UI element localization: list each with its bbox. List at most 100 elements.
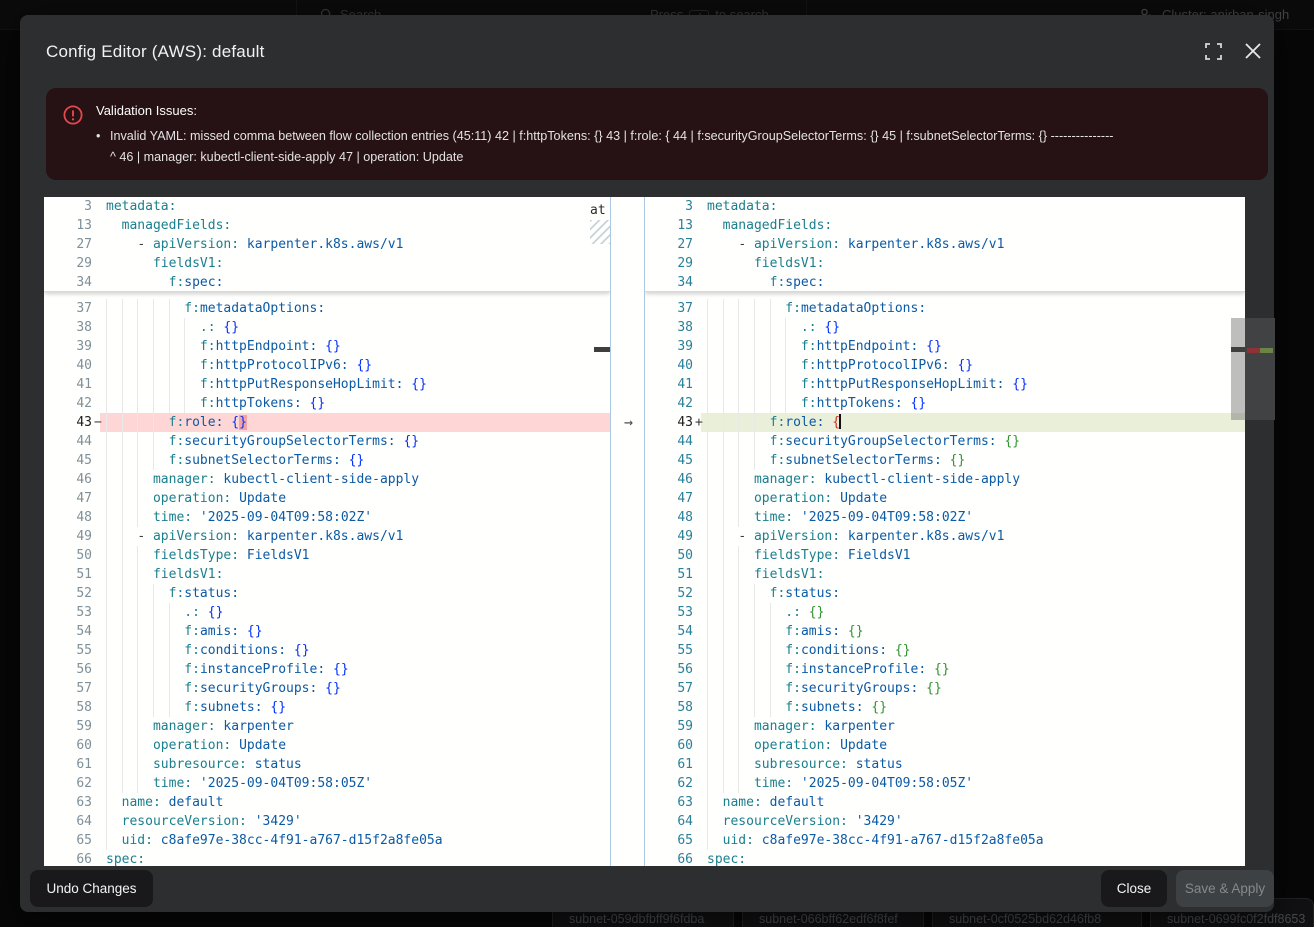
code-line[interactable]: 63 name: default <box>44 793 610 812</box>
config-editor-modal: Config Editor (AWS): default Validation … <box>20 15 1274 912</box>
code-line[interactable]: 55 f:conditions: {} <box>44 641 610 660</box>
code-line[interactable]: 62 time: '2025-09-04T09:58:05Z' <box>645 774 1245 793</box>
code-line[interactable]: 41 f:httpPutResponseHopLimit: {} <box>645 375 1245 394</box>
code-line[interactable]: 55 f:conditions: {} <box>645 641 1245 660</box>
code-line[interactable]: 66spec: <box>44 850 610 866</box>
code-line[interactable]: 43− f:role: {} <box>44 413 610 432</box>
line-number: 46 <box>645 470 693 489</box>
code-line[interactable]: 46 manager: kubectl-client-side-apply <box>645 470 1245 489</box>
code-line[interactable]: 48 time: '2025-09-04T09:58:02Z' <box>645 508 1245 527</box>
close-icon-button[interactable] <box>1244 42 1266 64</box>
code-line[interactable]: 37 f:metadataOptions: <box>645 299 1245 318</box>
code-line[interactable]: 37 f:metadataOptions: <box>44 299 610 318</box>
diff-modified-pane[interactable]: 37 f:metadataOptions:38 .: {}39 f:httpEn… <box>645 197 1245 866</box>
code-line[interactable]: 57 f:securityGroups: {} <box>44 679 610 698</box>
line-number: 60 <box>645 736 693 755</box>
code-line[interactable]: 61 subresource: status <box>44 755 610 774</box>
code-text: managedFields: <box>106 216 231 235</box>
code-text: - apiVersion: karpenter.k8s.aws/v1 <box>106 527 403 546</box>
code-line[interactable]: 45 f:subnetSelectorTerms: {} <box>44 451 610 470</box>
code-line[interactable]: 57 f:securityGroups: {} <box>645 679 1245 698</box>
code-text: name: default <box>707 793 824 812</box>
code-line[interactable]: 54 f:amis: {} <box>645 622 1245 641</box>
undo-changes-button[interactable]: Undo Changes <box>30 870 153 907</box>
code-text: time: '2025-09-04T09:58:02Z' <box>707 508 973 527</box>
code-text: f:securityGroups: {} <box>106 679 341 698</box>
close-button[interactable]: Close <box>1101 870 1167 907</box>
code-line[interactable]: 60 operation: Update <box>645 736 1245 755</box>
diff-overview-ruler[interactable] <box>1245 318 1275 420</box>
line-number: 29 <box>44 254 92 273</box>
code-line[interactable]: 56 f:instanceProfile: {} <box>645 660 1245 679</box>
code-line[interactable]: 47 operation: Update <box>44 489 610 508</box>
line-number: 57 <box>44 679 92 698</box>
code-line[interactable]: 53 .: {} <box>44 603 610 622</box>
code-line[interactable]: 58 f:subnets: {} <box>44 698 610 717</box>
revert-change-arrow[interactable]: → <box>619 413 638 432</box>
code-line[interactable]: 46 manager: kubectl-client-side-apply <box>44 470 610 489</box>
diff-sash[interactable]: → <box>610 197 645 866</box>
code-line[interactable]: 44 f:securityGroupSelectorTerms: {} <box>44 432 610 451</box>
bullet: • <box>96 126 100 147</box>
code-text: f:instanceProfile: {} <box>106 660 349 679</box>
code-text: f:conditions: {} <box>106 641 310 660</box>
line-number: 55 <box>645 641 693 660</box>
code-line[interactable]: 60 operation: Update <box>44 736 610 755</box>
code-line[interactable]: 40 f:httpProtocolIPv6: {} <box>645 356 1245 375</box>
diff-original-pane[interactable]: 37 f:metadataOptions:38 .: {}39 f:httpEn… <box>44 197 610 866</box>
code-line[interactable]: 50 fieldsType: FieldsV1 <box>645 546 1245 565</box>
text-cursor <box>839 414 841 429</box>
code-line[interactable]: 47 operation: Update <box>645 489 1245 508</box>
code-line[interactable]: 65 uid: c8afe97e-38cc-4f91-a767-d15f2a8f… <box>645 831 1245 850</box>
code-text: f:httpPutResponseHopLimit: {} <box>707 375 1028 394</box>
code-line[interactable]: 64 resourceVersion: '3429' <box>645 812 1245 831</box>
code-line[interactable]: 53 .: {} <box>645 603 1245 622</box>
code-line[interactable]: 39 f:httpEndpoint: {} <box>44 337 610 356</box>
code-text: .: {} <box>106 603 223 622</box>
code-line[interactable]: 38 .: {} <box>645 318 1245 337</box>
code-line[interactable]: 51 fieldsV1: <box>645 565 1245 584</box>
code-line[interactable]: 49 - apiVersion: karpenter.k8s.aws/v1 <box>645 527 1245 546</box>
code-line[interactable]: 40 f:httpProtocolIPv6: {} <box>44 356 610 375</box>
line-number: 60 <box>44 736 92 755</box>
code-line[interactable]: 65 uid: c8afe97e-38cc-4f91-a767-d15f2a8f… <box>44 831 610 850</box>
code-line[interactable]: 63 name: default <box>645 793 1245 812</box>
code-text: fieldsV1: <box>707 254 824 273</box>
code-line[interactable]: 61 subresource: status <box>645 755 1245 774</box>
code-line[interactable]: 54 f:amis: {} <box>44 622 610 641</box>
code-line[interactable]: 44 f:securityGroupSelectorTerms: {} <box>645 432 1245 451</box>
fullscreen-button[interactable] <box>1204 42 1226 64</box>
code-line[interactable]: 58 f:subnets: {} <box>645 698 1245 717</box>
validation-banner: Validation Issues: • Invalid YAML: misse… <box>46 88 1268 180</box>
save-apply-button[interactable]: Save & Apply <box>1176 870 1274 907</box>
code-line[interactable]: 38 .: {} <box>44 318 610 337</box>
code-text: fieldsType: FieldsV1 <box>106 546 310 565</box>
code-line[interactable]: 52 f:status: <box>645 584 1245 603</box>
line-number: 53 <box>645 603 693 622</box>
code-text: f:httpProtocolIPv6: {} <box>106 356 372 375</box>
code-line[interactable]: 41 f:httpPutResponseHopLimit: {} <box>44 375 610 394</box>
code-line[interactable]: 48 time: '2025-09-04T09:58:02Z' <box>44 508 610 527</box>
code-line[interactable]: 43+ f:role: { <box>645 413 1245 432</box>
code-line[interactable]: 45 f:subnetSelectorTerms: {} <box>645 451 1245 470</box>
code-line[interactable]: 62 time: '2025-09-04T09:58:05Z' <box>44 774 610 793</box>
line-number: 45 <box>645 451 693 470</box>
original-sticky-scroll: 3metadata:13 managedFields:27 - apiVersi… <box>44 197 610 292</box>
code-line[interactable]: 64 resourceVersion: '3429' <box>44 812 610 831</box>
code-line[interactable]: 56 f:instanceProfile: {} <box>44 660 610 679</box>
code-line[interactable]: 66spec: <box>645 850 1245 866</box>
modified-scrollbar-slider[interactable] <box>1231 318 1245 420</box>
code-line[interactable]: 50 fieldsType: FieldsV1 <box>44 546 610 565</box>
code-line[interactable]: 42 f:httpTokens: {} <box>44 394 610 413</box>
code-line[interactable]: 59 manager: karpenter <box>645 717 1245 736</box>
line-number: 51 <box>44 565 92 584</box>
original-overview-mark <box>594 347 610 352</box>
code-line[interactable]: 59 manager: karpenter <box>44 717 610 736</box>
code-line[interactable]: 51 fieldsV1: <box>44 565 610 584</box>
code-line[interactable]: 42 f:httpTokens: {} <box>645 394 1245 413</box>
line-number: 50 <box>44 546 92 565</box>
code-line[interactable]: 52 f:status: <box>44 584 610 603</box>
code-line[interactable]: 39 f:httpEndpoint: {} <box>645 337 1245 356</box>
code-text: manager: karpenter <box>707 717 895 736</box>
code-line[interactable]: 49 - apiVersion: karpenter.k8s.aws/v1 <box>44 527 610 546</box>
